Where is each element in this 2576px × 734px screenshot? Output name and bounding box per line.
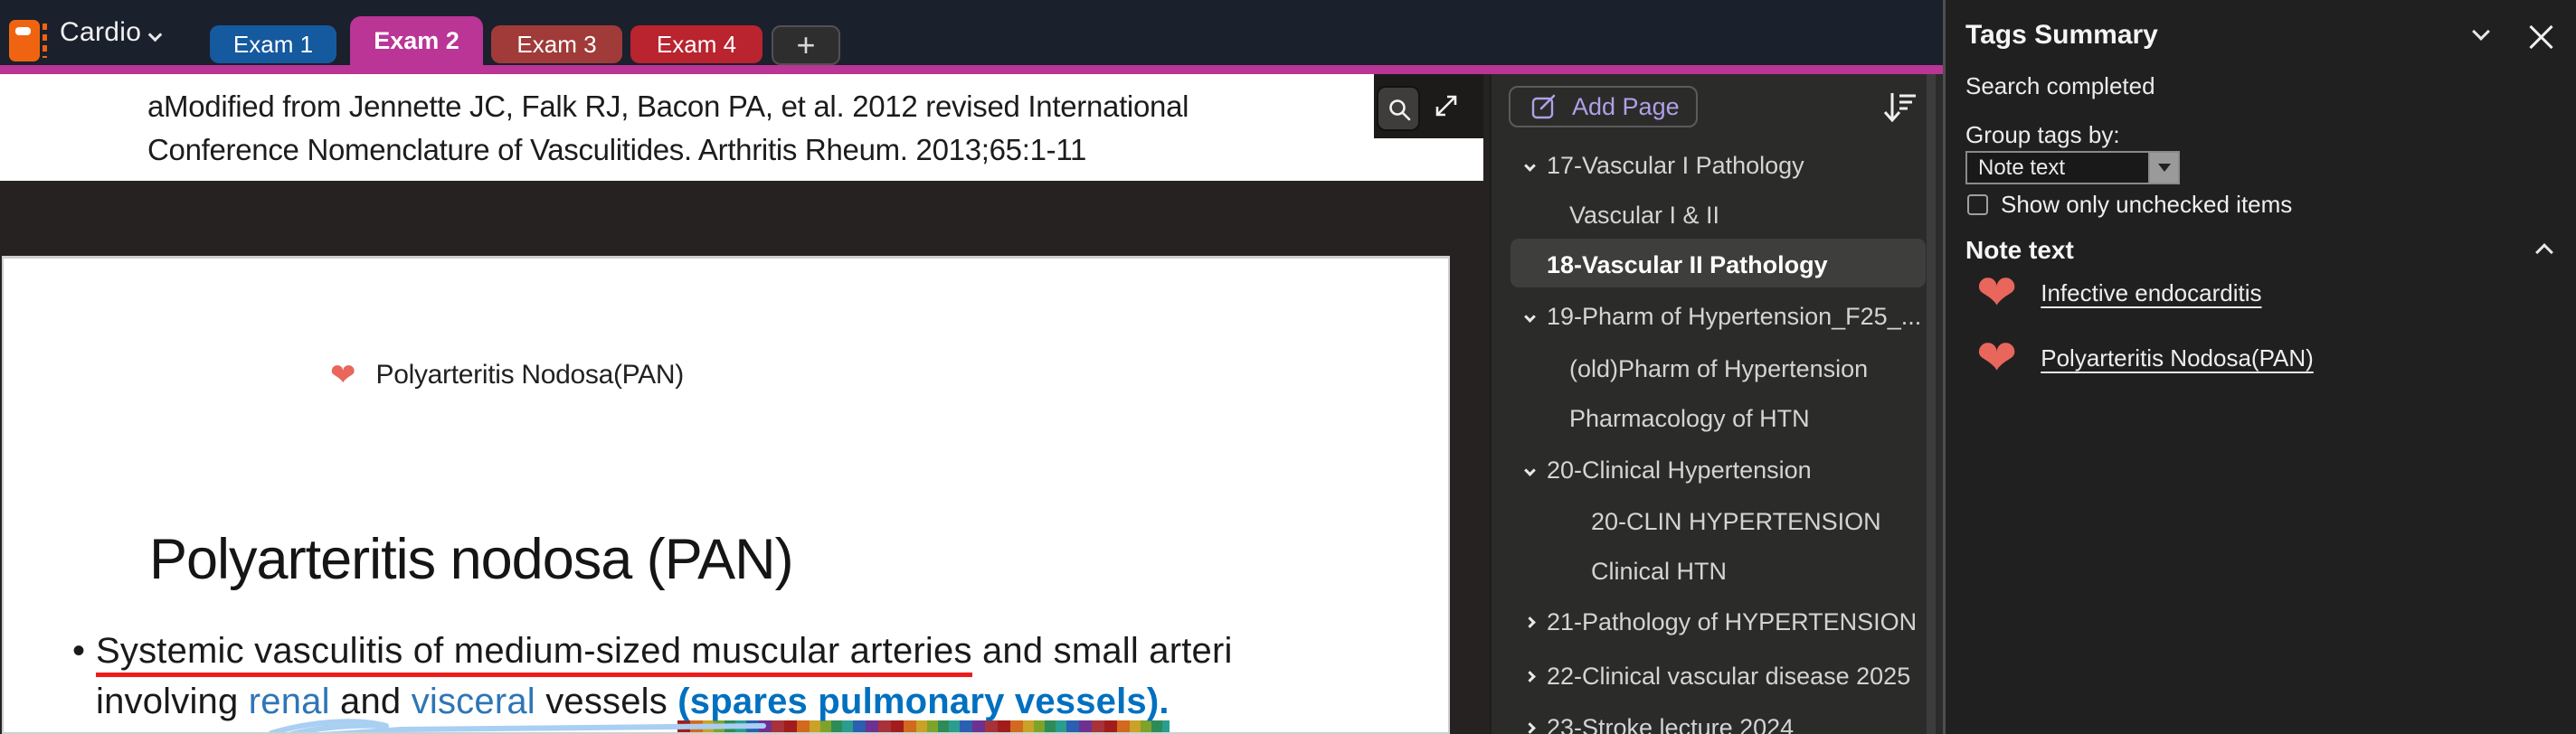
notebook-icon <box>9 20 47 61</box>
add-section-button[interactable]: + <box>772 25 840 65</box>
tag-result-infective-endocarditis[interactable]: ❤ Infective endocarditis <box>1976 268 2262 318</box>
line2-plain-text: involving <box>96 682 249 721</box>
page-item-19-pharm-of-hypertension[interactable]: 19-Pharm of Hypertension_F25_... <box>1492 303 1945 330</box>
page-item-pharmacology-of-htn[interactable]: Pharmacology of HTN <box>1492 405 1945 432</box>
page-label: 19-Pharm of Hypertension_F25_... <box>1547 302 1922 330</box>
tags-summary-panel: Tags Summary Search completed Group tags… <box>1943 0 2576 734</box>
page-item-20-clinical-hypertension[interactable]: 20-Clinical Hypertension <box>1492 456 1945 484</box>
active-section-accent-line <box>0 65 1943 74</box>
tag-result-polyarteritis-nodosa[interactable]: ❤ Polyarteritis Nodosa(PAN) <box>1976 333 2314 383</box>
compose-icon <box>1531 94 1556 119</box>
page-item-22-clinical-vascular-disease[interactable]: 22-Clinical vascular disease 2025 <box>1492 663 1945 690</box>
chevron-right-icon[interactable] <box>1520 721 1539 734</box>
page-item-old-pharm-of-hypertension[interactable]: (old)Pharm of Hypertension <box>1492 355 1945 382</box>
page-item-18-vascular-ii-pathology[interactable]: 18-Vascular II Pathology <box>1492 251 1945 278</box>
citation-line-1: aModified from Jennette JC, Falk RJ, Bac… <box>147 89 1189 123</box>
chevron-down-icon[interactable] <box>1520 159 1539 172</box>
pages-panel: Add Page 17-Vascular I Pathology Vascula… <box>1490 74 1943 734</box>
line2-blue-word-visceral: visceral <box>411 682 535 721</box>
heart-icon: ❤ <box>1976 266 2018 320</box>
find-on-page-overlay <box>1374 74 1483 138</box>
checkbox-unchecked[interactable] <box>1967 194 1988 215</box>
add-page-button[interactable]: Add Page <box>1509 86 1698 127</box>
tab-exam-4[interactable]: Exam 4 <box>630 25 762 63</box>
page-item-17-vascular-i-pathology[interactable]: 17-Vascular I Pathology <box>1492 152 1945 179</box>
tag-link[interactable]: Polyarteritis Nodosa(PAN) <box>2041 344 2314 372</box>
note-tag-row: ❤ Polyarteritis Nodosa(PAN) <box>330 360 684 391</box>
page-label: Pharmacology of HTN <box>1569 404 1810 432</box>
group-by-dropdown[interactable]: Note text <box>1965 151 2180 184</box>
page-label: 17-Vascular I Pathology <box>1547 151 1804 179</box>
tab-exam-3[interactable]: Exam 3 <box>491 25 622 63</box>
chevron-down-icon[interactable] <box>147 27 163 42</box>
group-tags-by-label: Group tags by: <box>1965 121 2120 148</box>
expand-icon <box>1435 95 1457 117</box>
app-window: Cardio Exam 1 Exam 2 Exam 3 Exam 4 + aMo… <box>0 0 2576 734</box>
page-label: 21-Pathology of HYPERTENSION <box>1547 607 1918 635</box>
tab-label: Exam 2 <box>374 27 459 54</box>
slide-bullet-block: • Systemic vasculitis of medium-sized mus… <box>72 627 1447 732</box>
tab-label: Exam 4 <box>656 30 737 58</box>
close-icon[interactable] <box>2529 22 2552 45</box>
chevron-down-icon[interactable] <box>1520 464 1539 476</box>
page-item-20-clin-hypertension[interactable]: 20-CLIN HYPERTENSION <box>1492 508 1945 535</box>
panel-title: Tags Summary <box>1965 20 2158 50</box>
chevron-up-icon[interactable] <box>2535 243 2553 263</box>
magnifier-icon <box>1389 99 1411 121</box>
heart-icon: ❤ <box>330 358 356 392</box>
page-item-23-stroke-lecture[interactable]: 23-Stroke lecture 2024 <box>1492 714 1945 734</box>
tab-label: Exam 1 <box>232 30 314 58</box>
chevron-right-icon[interactable] <box>1520 616 1539 628</box>
dropdown-arrow-button[interactable] <box>2148 153 2178 183</box>
slide-page[interactable]: ❤ Polyarteritis Nodosa(PAN) Polyarteriti… <box>2 256 1450 734</box>
bullet-line-1: • Systemic vasculitis of medium-sized mus… <box>72 627 1447 678</box>
sort-descending-icon <box>1883 93 1916 123</box>
page-label: 22-Clinical vascular disease 2025 <box>1547 662 1911 690</box>
bullet-glyph: • <box>72 631 86 671</box>
chevron-down-icon[interactable] <box>2472 23 2490 42</box>
checkbox-label: Show only unchecked items <box>2001 191 2293 218</box>
tab-label: Exam 3 <box>516 30 597 58</box>
expand-button[interactable] <box>1432 91 1461 120</box>
citation-line-2: Conference Nomenclature of Vasculitides.… <box>147 133 1086 166</box>
page-item-clinical-htn[interactable]: Clinical HTN <box>1492 558 1945 585</box>
slide-title: Polyarteritis nodosa (PAN) <box>149 528 794 591</box>
line2-plain-text: and <box>329 682 412 721</box>
page-label: 20-CLIN HYPERTENSION <box>1591 507 1881 535</box>
page-label: 20-Clinical Hypertension <box>1547 456 1812 484</box>
page-label: (old)Pharm of Hypertension <box>1569 354 1869 382</box>
page-label: Clinical HTN <box>1591 557 1728 585</box>
notebook-switcher[interactable]: Cardio <box>60 17 141 48</box>
page-item-21-pathology-of-hypertension[interactable]: 21-Pathology of HYPERTENSION <box>1492 608 1945 635</box>
dropdown-arrow-icon <box>2157 164 2171 172</box>
tag-link[interactable]: Infective endocarditis <box>2041 279 2261 307</box>
tab-exam-1[interactable]: Exam 1 <box>210 25 336 63</box>
page-item-vascular-i-and-ii[interactable]: Vascular I & II <box>1492 202 1945 229</box>
red-underlined-text: Systemic vasculitis of medium-sized musc… <box>96 631 972 677</box>
line2-plain-text: vessels <box>535 682 678 721</box>
bullet-line1-rest: and small arteri <box>971 631 1233 671</box>
page-label: 18-Vascular II Pathology <box>1547 250 1828 278</box>
chevron-down-icon[interactable] <box>1520 310 1539 323</box>
search-button[interactable] <box>1377 86 1420 131</box>
top-bar: Cardio Exam 1 Exam 2 Exam 3 Exam 4 + <box>0 0 1943 74</box>
show-only-unchecked-row[interactable]: Show only unchecked items <box>1967 191 2292 219</box>
section-header-note-text: Note text <box>1965 236 2074 264</box>
note-tag-text: Polyarteritis Nodosa(PAN) <box>375 360 685 390</box>
add-page-label: Add Page <box>1572 92 1680 120</box>
search-status: Search completed <box>1965 72 2155 99</box>
sort-pages-button[interactable] <box>1882 89 1918 127</box>
heart-icon: ❤ <box>1976 331 2018 385</box>
light-blue-pen-scribble <box>269 719 766 732</box>
citation-page-fragment: aModified from Jennette JC, Falk RJ, Bac… <box>0 74 1483 181</box>
line2-blue-word-renal: renal <box>248 682 330 721</box>
page-label: Vascular I & II <box>1569 201 1720 229</box>
dropdown-selected-value: Note text <box>1978 155 2066 180</box>
chevron-right-icon[interactable] <box>1520 670 1539 682</box>
page-label: 23-Stroke lecture 2024 <box>1547 713 1795 734</box>
